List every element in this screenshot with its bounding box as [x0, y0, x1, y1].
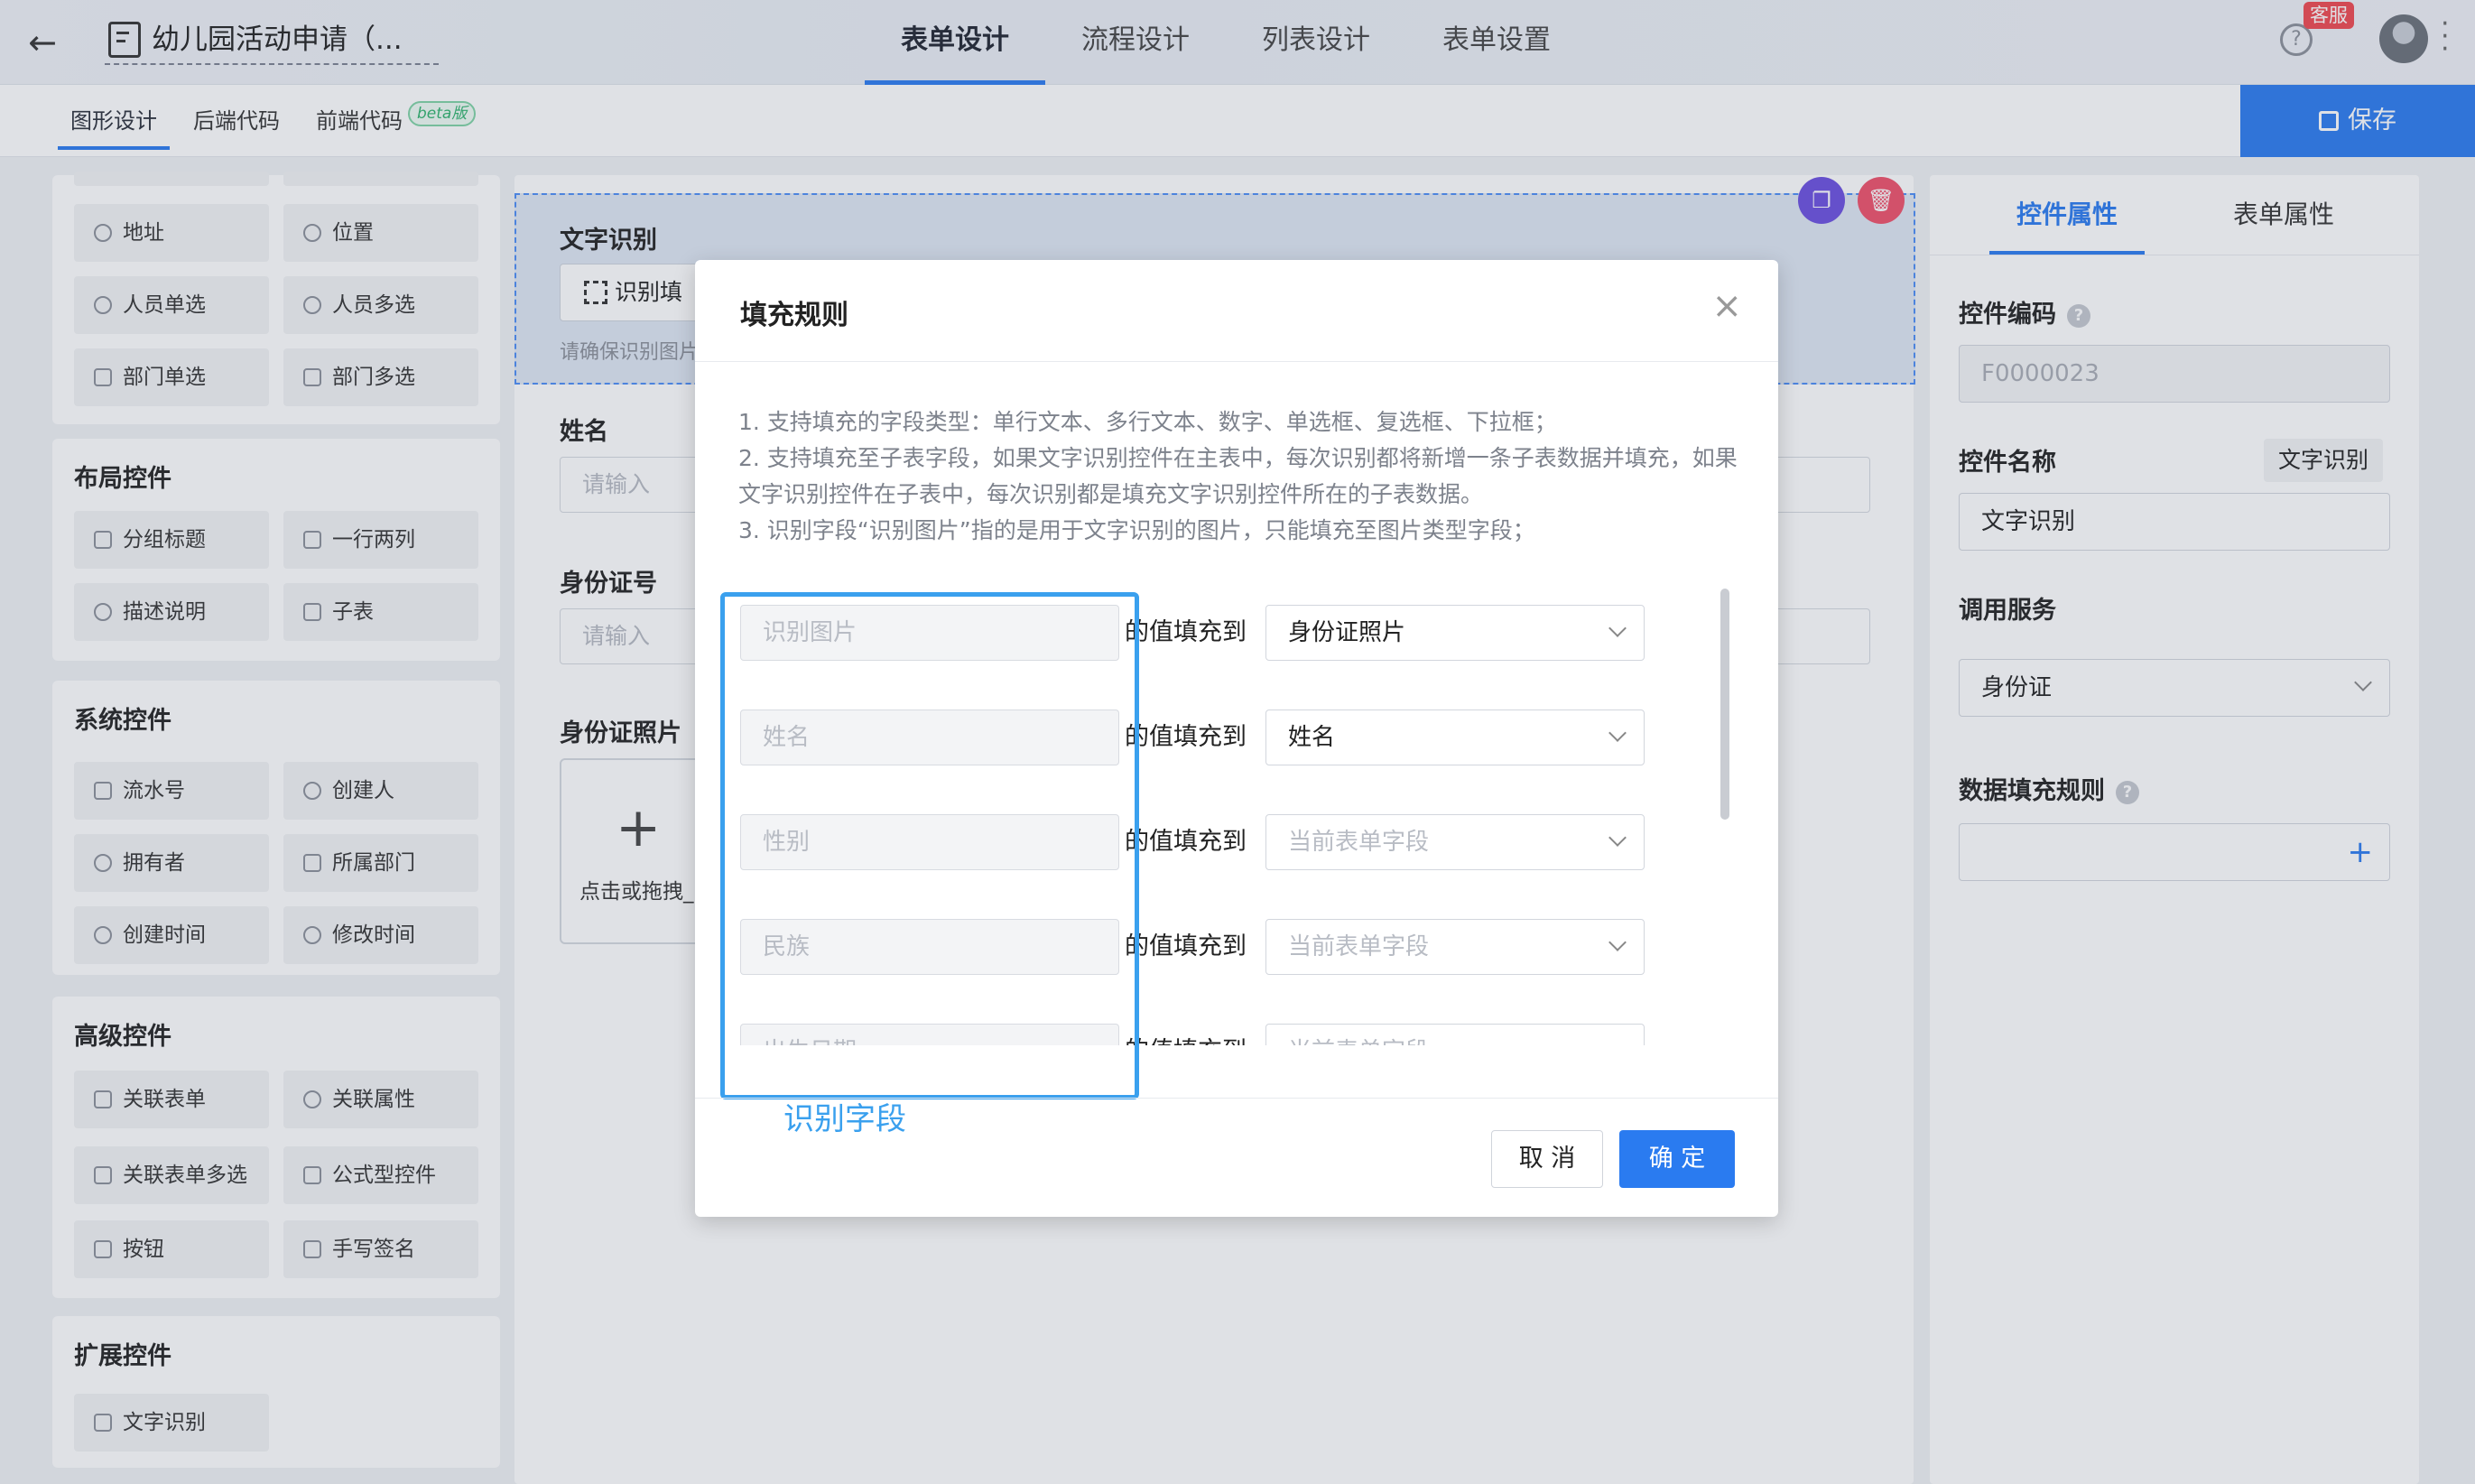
note-line: 3. 识别字段“识别图片”指的是用于文字识别的图片，只能填充至图片类型字段； — [738, 517, 1535, 543]
confirm-button[interactable]: 确 定 — [1619, 1130, 1735, 1188]
source-fields-highlight — [720, 592, 1139, 1099]
target-field-select[interactable]: 当前表单字段 — [1265, 919, 1645, 975]
target-field-select[interactable]: 姓名 — [1265, 710, 1645, 765]
chevron-down-icon — [1608, 619, 1627, 637]
dialog-footer-divider — [695, 1098, 1778, 1099]
target-value: 当前表单字段 — [1288, 1038, 1429, 1045]
note-line: 2. 支持填充至子表字段，如果文字识别控件在主表中，每次识别都将新增一条子表数据… — [738, 445, 1738, 507]
target-value: 姓名 — [1288, 724, 1336, 751]
fill-to-text: 的值填充到 — [1125, 618, 1247, 646]
close-icon[interactable]: × — [1711, 285, 1742, 327]
target-field-select[interactable]: 身份证照片 — [1265, 605, 1645, 661]
note-line: 1. 支持填充的字段类型：单行文本、多行文本、数字、单选框、复选框、下拉框； — [738, 409, 1557, 435]
target-field-select[interactable]: 当前表单字段 — [1265, 1024, 1645, 1045]
chevron-down-icon — [1608, 1038, 1627, 1045]
target-value: 身份证照片 — [1288, 619, 1406, 646]
dialog-title: 填充规则 — [740, 300, 848, 331]
fill-to-text: 的值填充到 — [1125, 723, 1247, 751]
cancel-button[interactable]: 取 消 — [1491, 1130, 1603, 1188]
dialog-divider — [695, 361, 1778, 362]
chevron-down-icon — [1608, 829, 1627, 847]
fill-rule-dialog: 填充规则 × 1. 支持填充的字段类型：单行文本、多行文本、数字、单选框、复选框… — [695, 260, 1778, 1217]
scrollbar[interactable] — [1720, 589, 1729, 820]
dialog-notes: 1. 支持填充的字段类型：单行文本、多行文本、数字、单选框、复选框、下拉框； 2… — [738, 404, 1740, 549]
fill-to-text: 的值填充到 — [1125, 828, 1247, 856]
target-field-select[interactable]: 当前表单字段 — [1265, 814, 1645, 870]
target-value: 当前表单字段 — [1288, 933, 1430, 960]
target-value: 当前表单字段 — [1288, 829, 1430, 856]
fill-to-text: 的值填充到 — [1125, 1024, 1247, 1045]
fill-to-text: 的值填充到 — [1125, 932, 1247, 960]
chevron-down-icon — [1608, 933, 1627, 951]
highlight-label: 识别字段 — [783, 1101, 906, 1137]
chevron-down-icon — [1608, 724, 1627, 742]
